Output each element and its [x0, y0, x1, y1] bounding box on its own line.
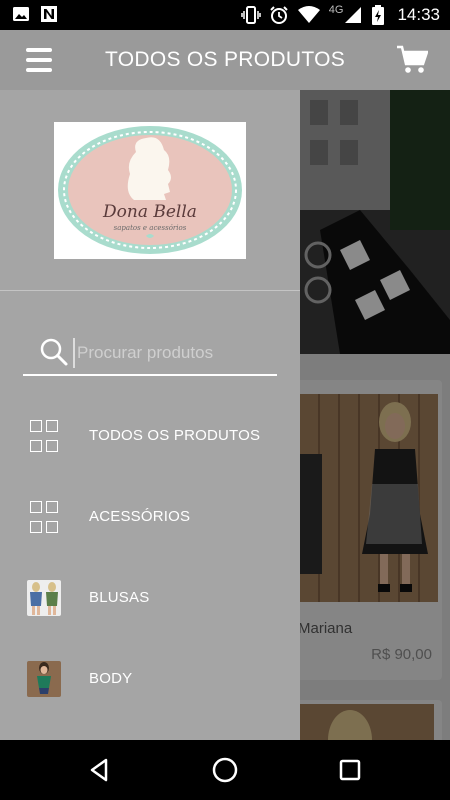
image-icon	[13, 7, 29, 21]
app-bar: TODOS OS PRODUTOS	[0, 30, 450, 90]
home-icon[interactable]	[211, 756, 239, 784]
menu-item-label: ACESSÓRIOS	[89, 508, 191, 525]
navigation-drawer: Dona Bella sapatos e acessórios TODOS OS…	[0, 90, 300, 740]
brand-logo[interactable]: Dona Bella sapatos e acessórios	[54, 122, 246, 259]
grid-icon	[30, 420, 64, 456]
menu-item-blusas[interactable]: BLUSAS	[0, 558, 300, 639]
clock: 14:33	[397, 5, 440, 24]
vibrate-icon	[241, 6, 261, 24]
scrim[interactable]	[300, 90, 450, 740]
system-nav-bar	[0, 740, 450, 800]
wifi-icon	[297, 6, 320, 23]
alarm-icon	[270, 6, 288, 24]
cart-button[interactable]	[396, 45, 429, 75]
network-type: 4G	[328, 4, 344, 16]
menu-item-acessorios[interactable]: ACESSÓRIOS	[0, 477, 300, 558]
recents-icon[interactable]	[336, 756, 364, 784]
menu-item-label: BODY	[89, 670, 133, 687]
signal-icon	[345, 7, 362, 23]
page-title: TODOS OS PRODUTOS	[104, 48, 346, 71]
menu-item-label: BLUSAS	[89, 589, 150, 606]
battery-charging-icon	[372, 5, 385, 25]
n-app-icon	[41, 6, 57, 22]
search-field[interactable]	[23, 330, 277, 376]
search-input[interactable]	[73, 338, 273, 368]
back-icon[interactable]	[86, 756, 114, 784]
grid-icon	[30, 501, 64, 537]
search-icon	[40, 338, 68, 366]
menu-item-label: TODOS OS PRODUTOS	[89, 427, 261, 444]
menu-item-body[interactable]: BODY	[0, 639, 300, 720]
svg-text:Dona Bella: Dona Bella	[102, 202, 197, 222]
status-bar: 4G 14:33	[0, 0, 450, 30]
drawer-divider	[0, 290, 300, 291]
blusas-thumbnail	[27, 580, 61, 616]
body-thumbnail	[27, 661, 61, 697]
svg-text:sapatos e acessórios: sapatos e acessórios	[114, 224, 187, 232]
cart-icon	[397, 45, 429, 73]
menu-item-todos-os-produtos[interactable]: TODOS OS PRODUTOS	[0, 396, 300, 477]
